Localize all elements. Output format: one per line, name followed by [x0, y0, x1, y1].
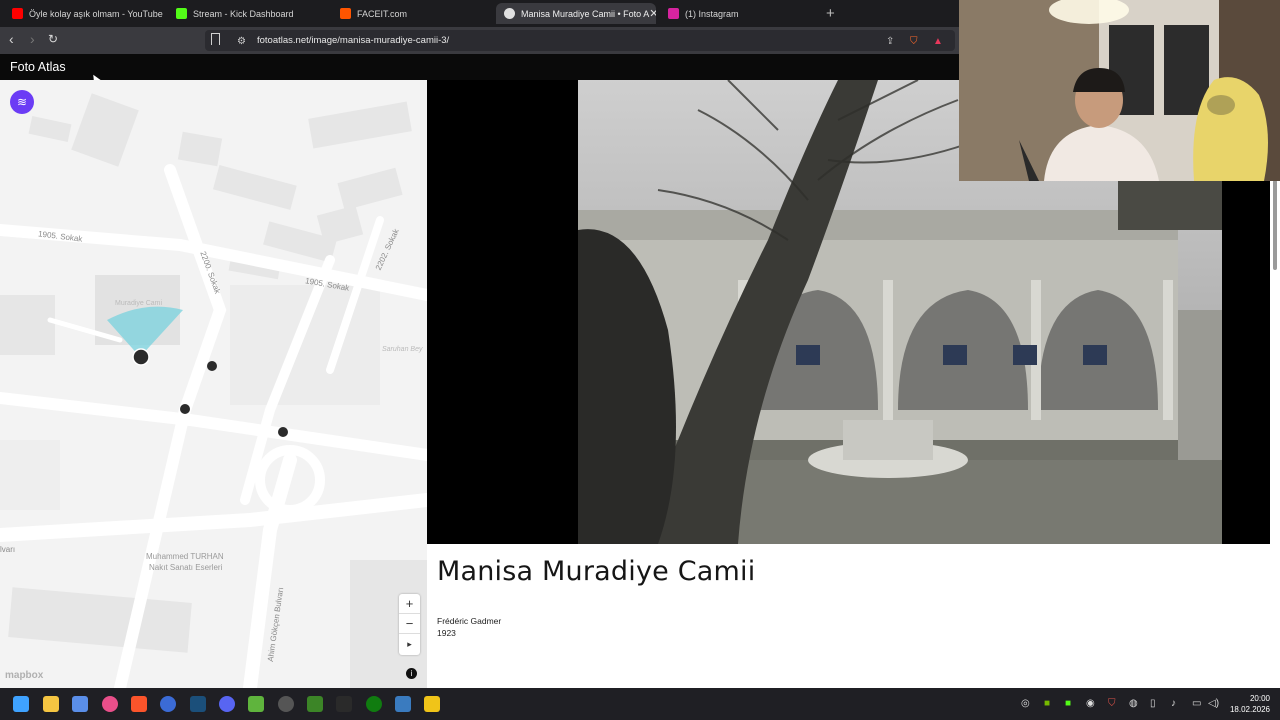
forward-icon[interactable]: › — [30, 31, 35, 47]
windows-start-icon[interactable] — [13, 696, 29, 712]
nvidia-icon[interactable]: ■ — [1044, 698, 1050, 709]
discord-icon[interactable] — [219, 696, 235, 712]
app-icon[interactable] — [160, 696, 176, 712]
map-panel[interactable]: 1905. Sokak 2200. Sokak 1905. Sokak 2202… — [0, 80, 427, 688]
obs-icon[interactable] — [278, 696, 294, 712]
share-icon[interactable]: ⇪ — [886, 36, 894, 47]
photo-marker[interactable] — [278, 427, 288, 437]
microphone-icon[interactable]: ♪ — [1171, 698, 1176, 709]
app-icon[interactable] — [248, 696, 264, 712]
reload-icon[interactable]: ↻ — [48, 32, 58, 46]
browser-tab-strip: Öyle kolay aşık olmam - YouTube Stream -… — [0, 0, 960, 27]
youtube-icon — [12, 8, 23, 19]
browser-toolbar: ‹ › ↻ ⚙ fotoatlas.net/image/manisa-murad… — [0, 27, 960, 54]
tab-label: Öyle kolay aşık olmam - YouTube — [29, 8, 163, 19]
brave-shield-icon[interactable]: ⛉ — [910, 36, 918, 47]
info-icon[interactable]: i — [406, 668, 417, 679]
display-icon[interactable]: ▭ — [1192, 698, 1201, 709]
scrollbar-thumb[interactable] — [1273, 180, 1277, 270]
steam-tray-icon[interactable]: ◍ — [1129, 698, 1138, 709]
zoom-out-button[interactable]: − — [399, 614, 420, 634]
new-tab-icon[interactable]: + — [826, 5, 835, 22]
tab-youtube[interactable]: Öyle kolay aşık olmam - YouTube — [4, 3, 164, 24]
site-info-icon[interactable]: ⚙ — [237, 36, 246, 47]
brave-browser-icon[interactable] — [131, 696, 147, 712]
photo-details: Manisa Muradiye Camii Frédéric Gadmer 19… — [427, 544, 1270, 688]
street-label: lvarı — [0, 545, 16, 554]
tab-fotoatlas[interactable]: Manisa Muradiye Camii • Foto A ✕ — [496, 3, 656, 24]
tray-icon[interactable]: ▯ — [1150, 698, 1156, 709]
compass-button[interactable]: ▸ — [399, 634, 420, 654]
photo-author[interactable]: Frédéric Gadmer — [437, 616, 501, 626]
tab-label: Manisa Muradiye Camii • Foto A — [521, 8, 650, 19]
app-icon[interactable] — [395, 696, 411, 712]
site-brand[interactable]: Foto Atlas — [10, 60, 66, 74]
map-canvas[interactable] — [0, 80, 427, 688]
tab-label: (1) Instagram — [685, 8, 739, 19]
photo-title: Manisa Muradiye Camii — [437, 556, 756, 587]
mapbox-logo[interactable]: mapbox — [5, 670, 43, 681]
tab-faceit[interactable]: FACEIT.com — [332, 3, 492, 24]
photo-marker[interactable] — [180, 404, 190, 414]
tray-icon[interactable]: ◎ — [1021, 698, 1030, 709]
minecraft-icon[interactable] — [307, 696, 323, 712]
kick-icon — [176, 8, 187, 19]
webcam-overlay — [959, 0, 1280, 181]
address-bar[interactable]: ⚙ fotoatlas.net/image/manisa-muradiye-ca… — [205, 30, 955, 51]
close-tab-icon[interactable]: ✕ — [649, 7, 656, 20]
poi-label: Muhammed TURHAN — [146, 552, 224, 561]
selected-photo-marker[interactable] — [132, 348, 150, 366]
discord-tray-icon[interactable]: ◉ — [1086, 698, 1095, 709]
bookmark-icon[interactable] — [211, 33, 220, 45]
back-icon[interactable]: ‹ — [9, 31, 14, 47]
poi-label: Nakıt Sanatı Eserleri — [149, 563, 223, 572]
windows-taskbar: ◎ ■ ■ ◉ ⛉ ◍ ▯ ♪ ▭ ◁) 20:00 18.02.2026 — [0, 688, 1280, 720]
system-clock[interactable]: 20:00 18.02.2026 — [1228, 693, 1270, 715]
poi-label: Muradiye Cami — [115, 300, 163, 307]
layers-icon[interactable]: ≋ — [10, 90, 34, 114]
fotoatlas-icon — [504, 8, 515, 19]
photo-year: 1923 — [437, 628, 456, 638]
tab-kick[interactable]: Stream - Kick Dashboard — [168, 3, 332, 24]
tab-label: FACEIT.com — [357, 8, 408, 19]
xbox-icon[interactable] — [366, 696, 382, 712]
epic-games-icon[interactable] — [336, 696, 352, 712]
clock-date: 18.02.2026 — [1229, 705, 1270, 714]
zoom-in-button[interactable]: + — [399, 594, 420, 614]
volume-icon[interactable]: ◁) — [1208, 698, 1219, 709]
steam-icon[interactable] — [190, 696, 206, 712]
clock-time: 20:00 — [1249, 694, 1270, 703]
tab-instagram[interactable]: (1) Instagram — [660, 3, 820, 24]
poi-label: Saruhan Bey — [382, 346, 423, 353]
tab-label: Stream - Kick Dashboard — [193, 8, 294, 19]
instagram-app-icon[interactable] — [102, 696, 118, 712]
photo-marker[interactable] — [207, 361, 217, 371]
tray-icon[interactable]: ⛉ — [1108, 698, 1116, 709]
file-explorer-icon[interactable] — [43, 696, 59, 712]
zoom-control: + − ▸ — [399, 594, 420, 655]
url-text: fotoatlas.net/image/manisa-muradiye-cami… — [257, 35, 450, 46]
faceit-icon — [340, 8, 351, 19]
brave-rewards-icon[interactable]: ▲ — [933, 36, 943, 47]
app-icon[interactable] — [72, 696, 88, 712]
tray-icon[interactable]: ■ — [1065, 698, 1071, 709]
instagram-icon — [668, 8, 679, 19]
app-icon[interactable] — [424, 696, 440, 712]
